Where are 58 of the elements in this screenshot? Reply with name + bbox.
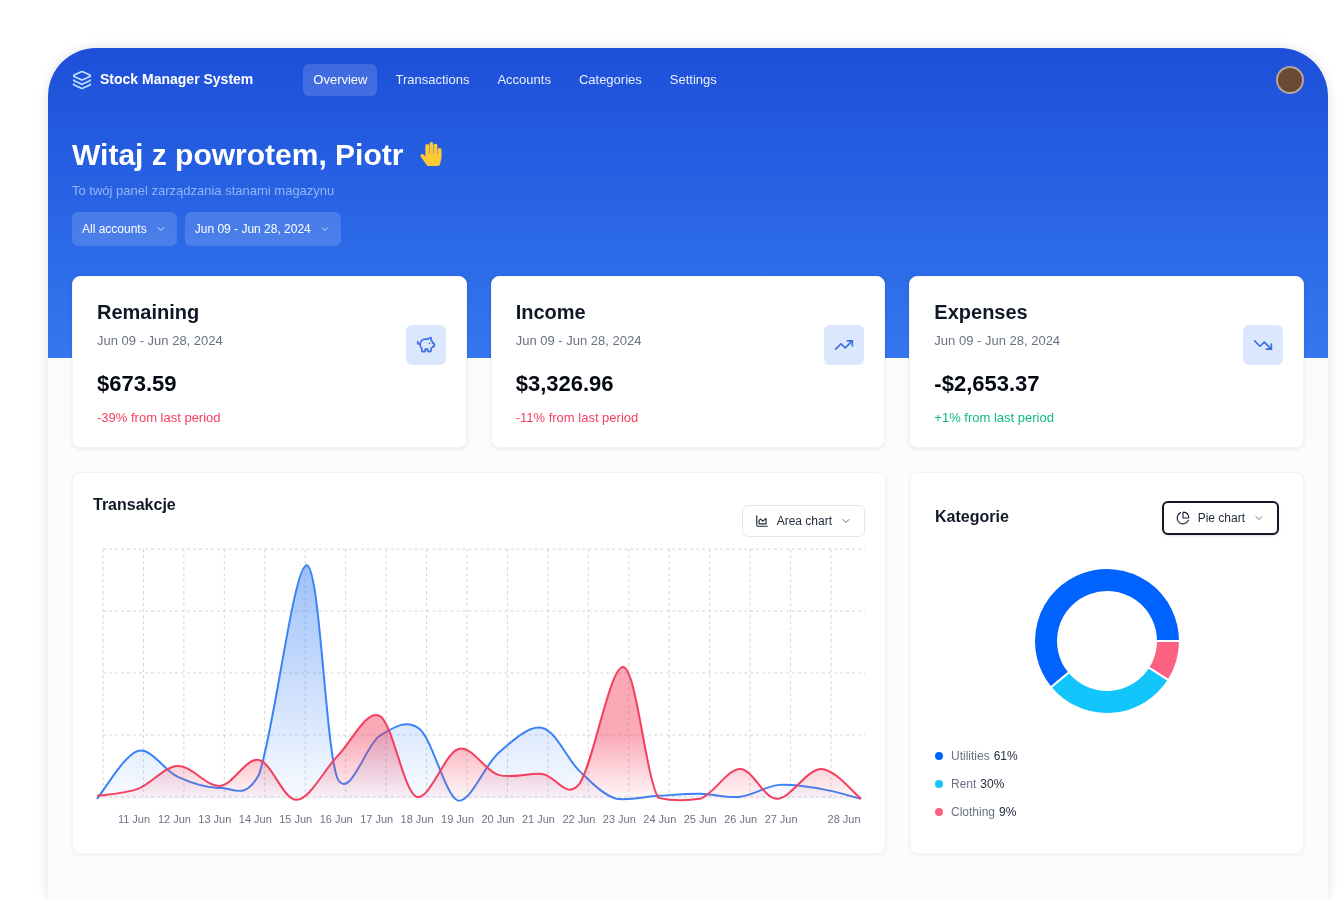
trending-up-icon — [824, 325, 865, 365]
legend-value: 61% — [993, 748, 1018, 765]
nav-tab[interactable]: Overview — [303, 64, 378, 96]
axis-label: 13 Jun — [198, 812, 232, 825]
axis-label: 20 Jun — [481, 812, 515, 825]
avatar[interactable] — [1276, 65, 1304, 94]
card-period: Jun 09 - Jun 28, 2024 — [934, 332, 1061, 350]
pie-chart-icon — [1175, 511, 1190, 525]
area-chart-icon — [754, 514, 769, 528]
axis-label: 24 Jun — [643, 812, 677, 825]
legend-label: Rent — [951, 776, 977, 793]
card-title: Remaining — [97, 300, 201, 325]
filter-dropdown[interactable]: All accounts — [72, 212, 177, 246]
axis-label: 15 Jun — [279, 812, 313, 825]
card-title: Income — [515, 300, 587, 325]
piggy-bank-icon — [405, 325, 446, 365]
axis-label: 12 Jun — [157, 812, 191, 825]
logo-icon — [72, 69, 92, 90]
axis-label: 25 Jun — [683, 812, 717, 825]
legend-value: 9% — [999, 804, 1017, 821]
card-change: -11% from last period — [515, 408, 640, 427]
card-amount: $3,326.96 — [515, 369, 615, 398]
greeting-title: Witaj z powrotem, Piotr — [72, 136, 404, 173]
nav-tab[interactable]: Transactions — [385, 64, 480, 96]
chart-type-dropdown[interactable]: Pie chart — [1161, 501, 1279, 535]
card-title: Expenses — [934, 300, 1029, 325]
hand-icon — [419, 142, 444, 166]
card-amount: $673.59 — [97, 369, 178, 398]
axis-label: 14 Jun — [238, 812, 272, 825]
card-change: +1% from last period — [934, 408, 1055, 427]
card-change: -39% from last period — [97, 408, 222, 427]
axis-label: 19 Jun — [441, 812, 474, 825]
axis-label: 28 Jun — [827, 812, 861, 825]
nav-tab[interactable]: Categories — [568, 64, 652, 96]
axis-label: 27 Jun — [764, 812, 798, 825]
card-title: Kategorie — [935, 507, 1009, 527]
chart-type-dropdown[interactable]: Area chart — [741, 505, 865, 537]
axis-label: 11 Jun — [117, 812, 150, 825]
card-amount: -$2,653.37 — [934, 369, 1041, 398]
legend-value: 30% — [980, 776, 1005, 793]
legend-label: Clothing — [951, 804, 996, 821]
subtitle: To twój panel zarządzania stanami magazynu — [72, 181, 336, 200]
nav-tab[interactable]: Settings — [659, 64, 727, 96]
card-title: Transakcje — [93, 495, 176, 515]
brand-name: Stock Manager System — [100, 70, 254, 90]
axis-label: 26 Jun — [724, 812, 758, 825]
card-period: Jun 09 - Jun 28, 2024 — [97, 332, 223, 350]
filter-dropdown[interactable]: Jun 09 - Jun 28, 2024 — [184, 212, 341, 246]
axis-label: 16 Jun — [319, 812, 353, 825]
legend-label: Utilities — [951, 748, 990, 765]
axis-label: 17 Jun — [360, 812, 394, 825]
axis-label: 22 Jun — [562, 812, 596, 825]
axis-label: 23 Jun — [602, 812, 636, 825]
trending-down-icon — [1243, 325, 1283, 365]
nav-tab[interactable]: Accounts — [487, 64, 561, 96]
card-period: Jun 09 - Jun 28, 2024 — [515, 332, 642, 350]
axis-label: 21 Jun — [521, 812, 555, 825]
axis-label: 18 Jun — [400, 812, 434, 825]
